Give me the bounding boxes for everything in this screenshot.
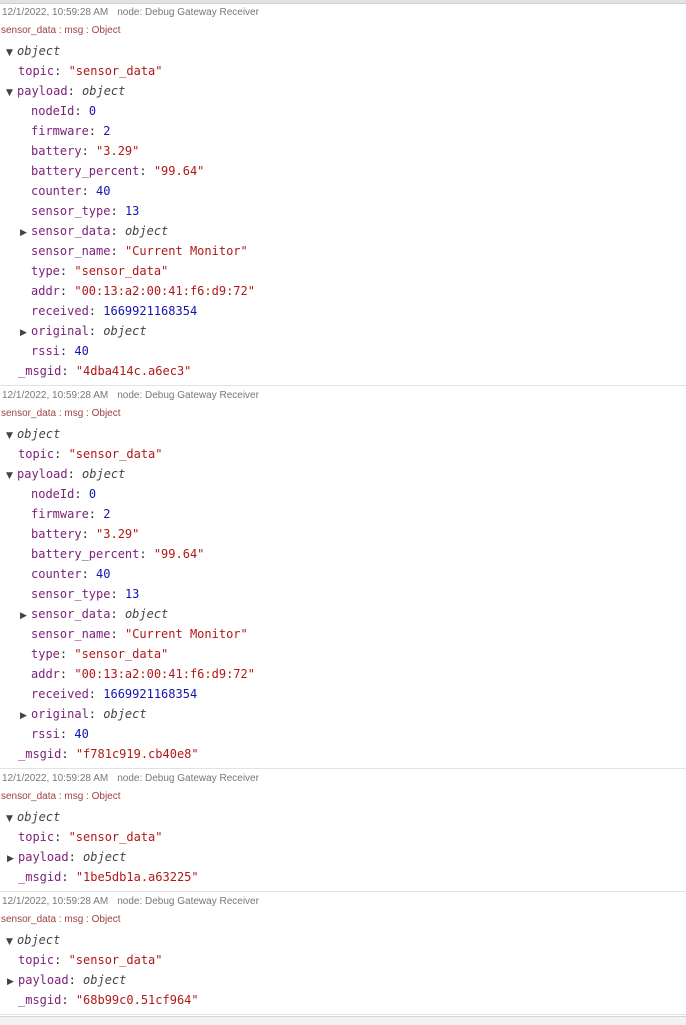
property-received: received: 1669921168354 bbox=[31, 304, 198, 318]
original-toggle[interactable]: ▶ original: object bbox=[20, 704, 147, 724]
collapsed-caret-icon: ▶ bbox=[7, 854, 14, 864]
debug-message: 12/1/2022, 10:59:28 AM node: Debug Gatewa… bbox=[0, 893, 686, 1015]
property-battery-percent: battery_percent: "99.64" bbox=[31, 547, 205, 561]
message-meta: 12/1/2022, 10:59:28 AM node: Debug Gatewa… bbox=[2, 896, 259, 907]
message-timestamp: 12/1/2022, 10:59:28 AM bbox=[2, 896, 109, 907]
expanded-caret-icon: ▼ bbox=[6, 88, 13, 98]
property-rssi: rssi: 40 bbox=[31, 344, 89, 358]
property-msgid: _msgid: "4dba414c.a6ec3" bbox=[18, 364, 192, 378]
message-meta: 12/1/2022, 10:59:28 AM node: Debug Gatewa… bbox=[2, 773, 259, 784]
message-topic-line: sensor_data : msg : Object bbox=[1, 408, 121, 419]
property-rssi: rssi: 40 bbox=[31, 727, 89, 741]
debug-message: 12/1/2022, 10:59:28 AM node: Debug Gatewa… bbox=[0, 4, 686, 386]
message-node-link[interactable]: node: Debug Gateway Receiver bbox=[117, 390, 259, 401]
property-type: type: "sensor_data" bbox=[31, 264, 169, 278]
payload-toggle[interactable]: ▶ payload: object bbox=[7, 847, 126, 867]
property-type: type: "sensor_data" bbox=[31, 647, 169, 661]
message-node-link[interactable]: node: Debug Gateway Receiver bbox=[117, 773, 259, 784]
collapsed-caret-icon: ▶ bbox=[20, 711, 27, 721]
collapsed-caret-icon: ▶ bbox=[20, 328, 27, 338]
property-sensor-type: sensor_type: 13 bbox=[31, 204, 140, 218]
property-sensor-name: sensor_name: "Current Monitor" bbox=[31, 627, 248, 641]
payload-toggle[interactable]: ▼ payload: object bbox=[6, 81, 125, 101]
message-topic-line: sensor_data : msg : Object bbox=[1, 791, 121, 802]
property-sensor-name: sensor_name: "Current Monitor" bbox=[31, 244, 248, 258]
message-timestamp: 12/1/2022, 10:59:28 AM bbox=[2, 773, 109, 784]
message-meta: 12/1/2022, 10:59:28 AM node: Debug Gatewa… bbox=[2, 390, 259, 401]
debug-message: 12/1/2022, 10:59:28 AM node: Debug Gatewa… bbox=[0, 770, 686, 892]
message-node-link[interactable]: node: Debug Gateway Receiver bbox=[117, 896, 259, 907]
collapsed-caret-icon: ▶ bbox=[20, 228, 27, 238]
expanded-caret-icon: ▼ bbox=[6, 48, 13, 58]
topic-property: topic: "sensor_data" bbox=[18, 447, 163, 461]
topic-property: topic: "sensor_data" bbox=[18, 830, 163, 844]
property-firmware: firmware: 2 bbox=[31, 124, 111, 138]
property-msgid: _msgid: "f781c919.cb40e8" bbox=[18, 747, 199, 761]
root-object-toggle[interactable]: ▼ object bbox=[6, 930, 60, 950]
message-topic-line: sensor_data : msg : Object bbox=[1, 914, 121, 925]
property-firmware: firmware: 2 bbox=[31, 507, 111, 521]
property-battery-percent: battery_percent: "99.64" bbox=[31, 164, 205, 178]
property-battery: battery: "3.29" bbox=[31, 144, 140, 158]
property-received: received: 1669921168354 bbox=[31, 687, 198, 701]
message-timestamp: 12/1/2022, 10:59:28 AM bbox=[2, 390, 109, 401]
property-battery: battery: "3.29" bbox=[31, 527, 140, 541]
root-object-toggle[interactable]: ▼ object bbox=[6, 41, 60, 61]
message-node-link[interactable]: node: Debug Gateway Receiver bbox=[117, 7, 259, 18]
message-timestamp: 12/1/2022, 10:59:28 AM bbox=[2, 7, 109, 18]
topic-property: topic: "sensor_data" bbox=[18, 64, 163, 78]
sensor-data-toggle[interactable]: ▶ sensor_data: object bbox=[20, 221, 168, 241]
payload-toggle[interactable]: ▼ payload: object bbox=[6, 464, 125, 484]
topic-property: topic: "sensor_data" bbox=[18, 953, 163, 967]
property-msgid: _msgid: "68b99c0.51cf964" bbox=[18, 993, 199, 1007]
message-topic-line: sensor_data : msg : Object bbox=[1, 25, 121, 36]
property-addr: addr: "00:13:a2:00:41:f6:d9:72" bbox=[31, 284, 255, 298]
expanded-caret-icon: ▼ bbox=[6, 937, 13, 947]
expanded-caret-icon: ▼ bbox=[6, 814, 13, 824]
expanded-caret-icon: ▼ bbox=[6, 471, 13, 481]
original-toggle[interactable]: ▶ original: object bbox=[20, 321, 147, 341]
property-sensor-type: sensor_type: 13 bbox=[31, 587, 140, 601]
payload-toggle[interactable]: ▶ payload: object bbox=[7, 970, 126, 990]
debug-message: 12/1/2022, 10:59:28 AM node: Debug Gatewa… bbox=[0, 387, 686, 769]
collapsed-caret-icon: ▶ bbox=[7, 977, 14, 987]
message-meta: 12/1/2022, 10:59:28 AM node: Debug Gatewa… bbox=[2, 7, 259, 18]
property-addr: addr: "00:13:a2:00:41:f6:d9:72" bbox=[31, 667, 255, 681]
root-object-toggle[interactable]: ▼ object bbox=[6, 424, 60, 444]
sensor-data-toggle[interactable]: ▶ sensor_data: object bbox=[20, 604, 168, 624]
property-msgid: _msgid: "1be5db1a.a63225" bbox=[18, 870, 199, 884]
property-nodeId: nodeId: 0 bbox=[31, 104, 97, 118]
expanded-caret-icon: ▼ bbox=[6, 431, 13, 441]
property-counter: counter: 40 bbox=[31, 567, 111, 581]
property-nodeId: nodeId: 0 bbox=[31, 487, 97, 501]
root-object-toggle[interactable]: ▼ object bbox=[6, 807, 60, 827]
property-counter: counter: 40 bbox=[31, 184, 111, 198]
collapsed-caret-icon: ▶ bbox=[20, 611, 27, 621]
